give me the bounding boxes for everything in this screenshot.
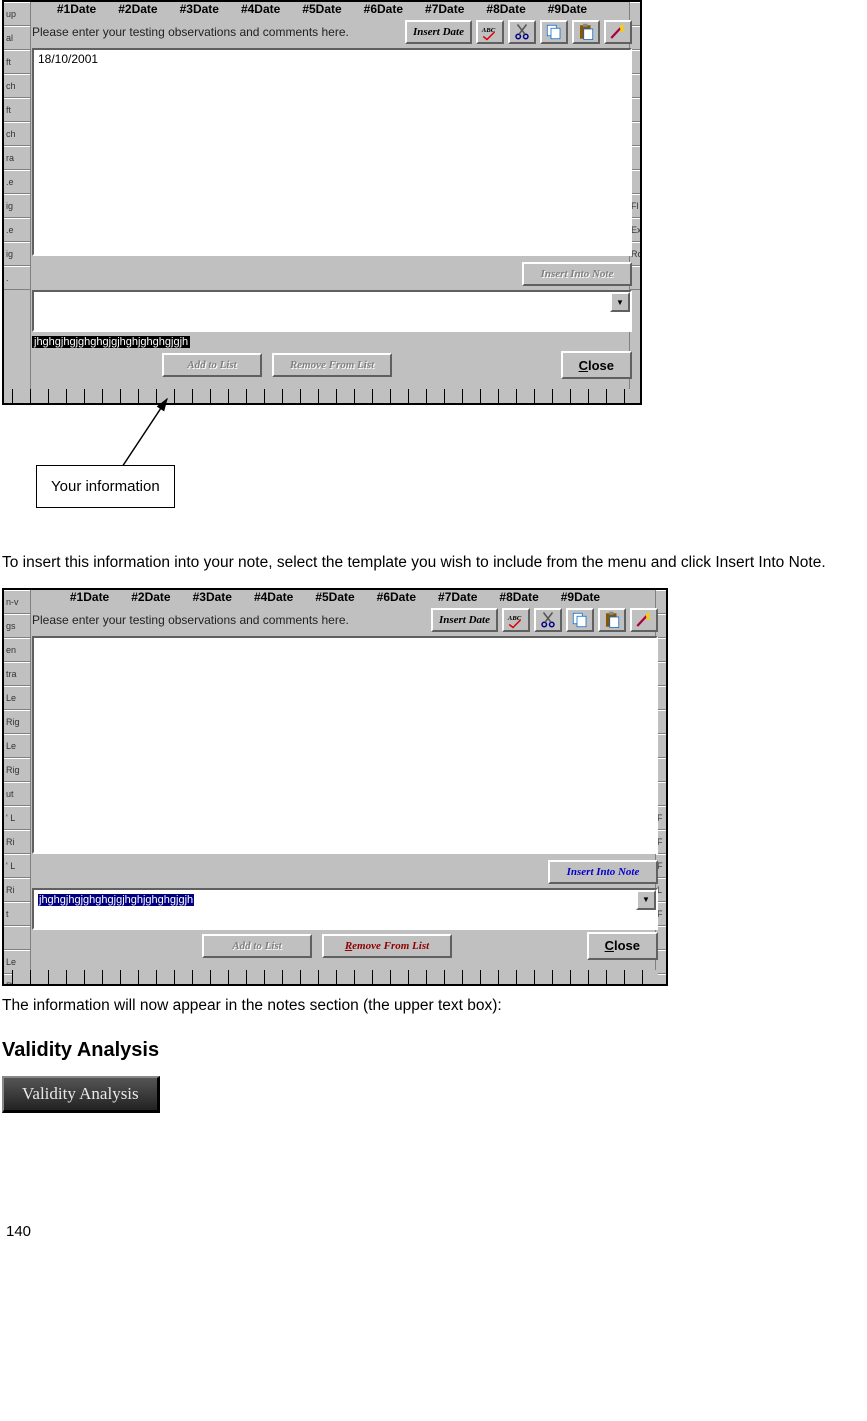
date-tabs: #1Date #2Date #3Date #4Date #5Date #6Dat… <box>4 590 666 604</box>
paste-icon[interactable] <box>598 608 626 632</box>
instruction-text: Please enter your testing observations a… <box>32 25 401 39</box>
date-tab[interactable]: #7Date <box>417 2 472 16</box>
date-tab[interactable]: #9Date <box>540 2 595 16</box>
date-tab[interactable]: #4Date <box>233 2 288 16</box>
date-tab[interactable]: #2Date <box>123 590 178 604</box>
date-tab[interactable]: #4Date <box>246 590 301 604</box>
date-tab[interactable]: #6Date <box>369 590 424 604</box>
close-button[interactable]: Close <box>561 351 632 379</box>
dropdown-icon[interactable]: ▼ <box>636 890 656 910</box>
cut-icon[interactable] <box>508 20 536 44</box>
date-tab[interactable]: #3Date <box>172 2 227 16</box>
validity-analysis-button[interactable]: Validity Analysis <box>2 1076 160 1113</box>
remove-from-list-button[interactable]: Remove From List <box>322 934 452 958</box>
date-tab[interactable]: #5Date <box>307 590 362 604</box>
date-tab[interactable]: #2Date <box>110 2 165 16</box>
cut-icon[interactable] <box>534 608 562 632</box>
copy-icon[interactable] <box>566 608 594 632</box>
combo-text[interactable]: jhghgjhgjghghgjgjhghjghghgjgjh <box>34 890 636 928</box>
paragraph-1: To insert this information into your not… <box>2 553 865 574</box>
close-button[interactable]: Close <box>587 932 658 960</box>
insert-into-note-button: Insert Into Note <box>522 262 632 286</box>
add-to-list-button: Add to List <box>162 353 262 377</box>
add-to-list-button: Add to List <box>202 934 312 958</box>
date-tabs: #1Date #2Date #3Date #4Date #5Date #6Dat… <box>4 2 640 16</box>
copy-icon[interactable] <box>540 20 568 44</box>
paste-icon[interactable] <box>572 20 600 44</box>
insert-date-button[interactable]: Insert Date <box>431 608 498 632</box>
spellcheck-icon[interactable]: ABC <box>502 608 530 632</box>
date-tab[interactable]: #8Date <box>478 2 533 16</box>
date-tab[interactable]: #8Date <box>491 590 546 604</box>
screenshot-1: up al ft ch ft ch ra .e ig .e ig . Fl Ex… <box>2 0 642 405</box>
wand-icon[interactable] <box>630 608 658 632</box>
page-number: 140 <box>6 1223 31 1240</box>
date-tab[interactable]: #1Date <box>62 590 117 604</box>
note-textarea[interactable]: 18/10/2001 <box>32 48 632 256</box>
insert-into-note-button[interactable]: Insert Into Note <box>548 860 658 884</box>
template-combo[interactable]: jhghgjhgjghghgjgjhghjghghgjgjh ▼ <box>32 888 658 930</box>
screenshot-2: n-v gs en tra Le Rig Le Rig ut ' L Ri ' … <box>2 588 668 986</box>
ruler-strip <box>12 970 658 984</box>
template-combo[interactable]: ▼ <box>32 290 632 332</box>
date-tab[interactable]: #3Date <box>185 590 240 604</box>
date-tab[interactable]: #1Date <box>49 2 104 16</box>
note-textarea[interactable] <box>32 636 658 854</box>
section-heading: Validity Analysis <box>2 1039 865 1062</box>
remove-from-list-button: Remove From List <box>272 353 392 377</box>
spellcheck-icon[interactable]: ABC <box>476 20 504 44</box>
paragraph-2: The information will now appear in the n… <box>2 996 865 1017</box>
status-strip: jhghgjhgjghghgjgjhghjghghgjgjh <box>32 332 632 349</box>
date-tab[interactable]: #6Date <box>356 2 411 16</box>
date-tab[interactable]: #7Date <box>430 590 485 604</box>
combo-text[interactable] <box>34 292 610 330</box>
callout-label: Your information <box>36 465 175 508</box>
callout-arrow <box>102 395 222 475</box>
date-tab[interactable]: #9Date <box>553 590 608 604</box>
date-tab[interactable]: #5Date <box>294 2 349 16</box>
wand-icon[interactable] <box>604 20 632 44</box>
insert-date-button[interactable]: Insert Date <box>405 20 472 44</box>
dropdown-icon[interactable]: ▼ <box>610 292 630 312</box>
status-text: jhghgjhgjghghgjgjhghjghghgjgjh <box>32 336 190 348</box>
instruction-text: Please enter your testing observations a… <box>32 613 427 627</box>
